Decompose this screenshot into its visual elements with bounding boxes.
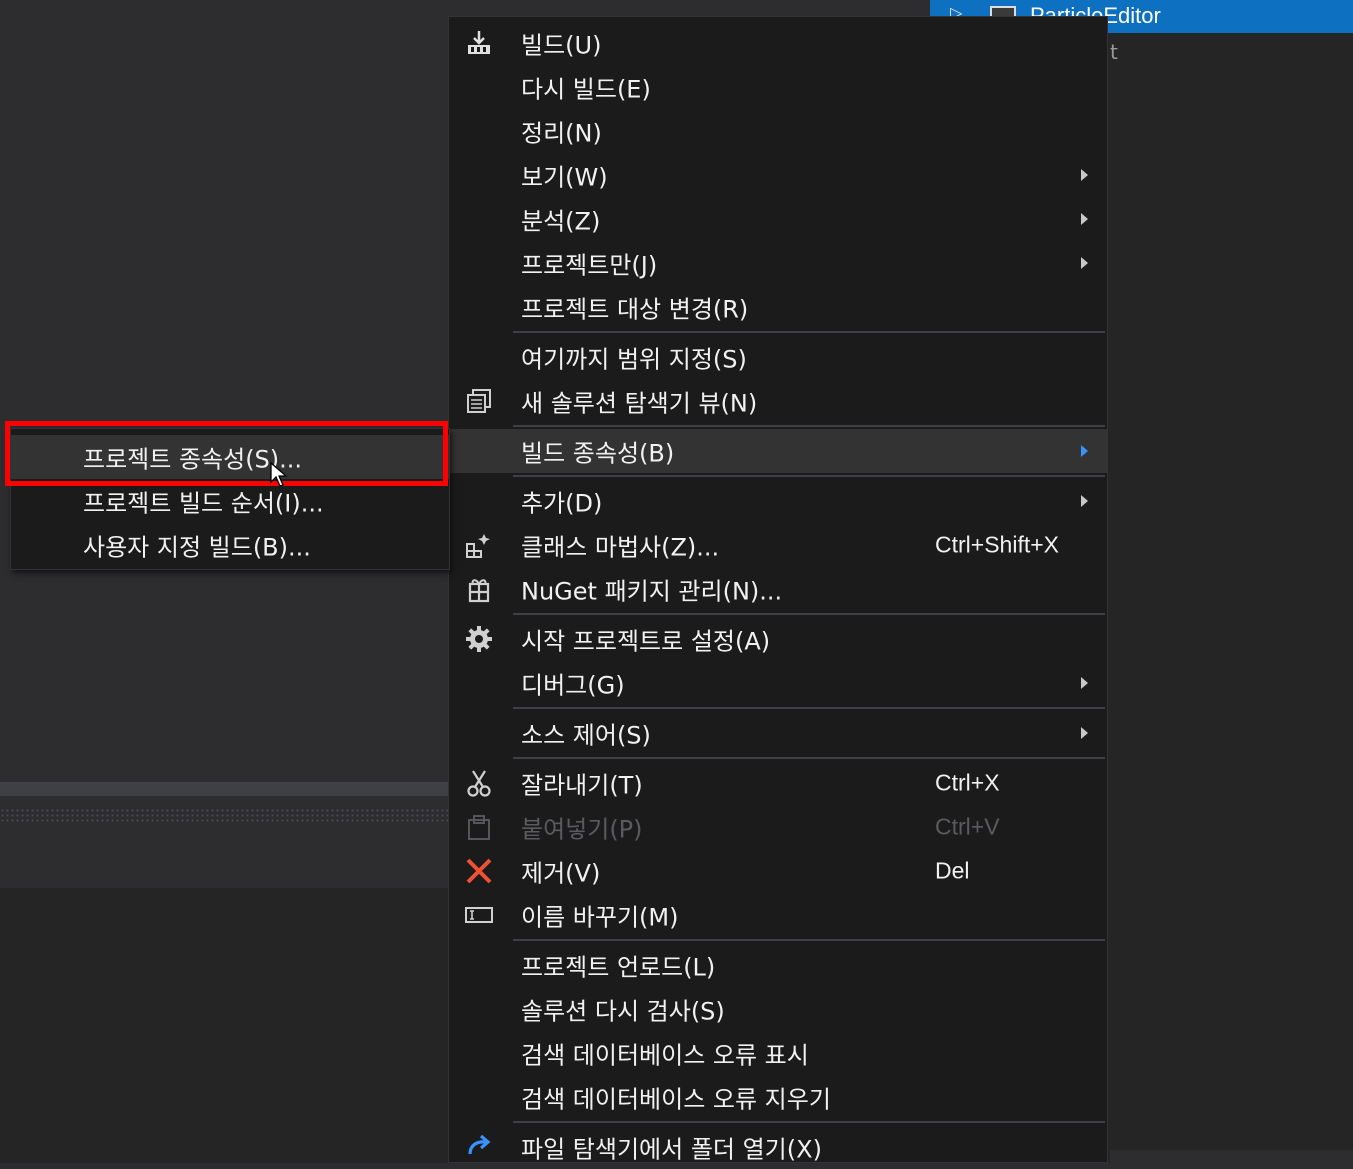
menu-separator [513,939,1105,941]
menu-item-debug[interactable]: 디버그(G) [449,661,1107,705]
submenu-arrow-icon [1081,445,1088,457]
menu-separator [513,1121,1105,1123]
menu-item-remove[interactable]: 제거(V) Del [449,849,1107,893]
panel-splitter-grip[interactable] [0,808,450,822]
menu-item-rename[interactable]: 이름 바꾸기(M) [449,893,1107,937]
project-context-menu: 빌드(U) 다시 빌드(E) 정리(N) 보기(W) 분석(Z) 프로젝트만(J… [448,16,1108,1164]
paste-icon [463,811,495,843]
nuget-icon [463,573,495,605]
submenu-arrow-icon [1081,169,1088,181]
tree-item-partial[interactable]: t [1110,40,1118,64]
menu-item-new-explorer-view[interactable]: 새 솔루션 탐색기 뷰(N) [449,379,1107,423]
menu-item-class-wizard[interactable]: 클래스 마법사(Z)... Ctrl+Shift+X [449,523,1107,567]
menu-item-show-db-errors[interactable]: 검색 데이터베이스 오류 표시 [449,1031,1107,1075]
menu-item-open-in-explorer[interactable]: 파일 탐색기에서 폴더 열기(X) [449,1125,1107,1169]
menu-item-view[interactable]: 보기(W) [449,153,1107,197]
menu-item-analyze[interactable]: 분석(Z) [449,197,1107,241]
submenu-arrow-icon [1081,213,1088,225]
menu-item-build-dependencies[interactable]: 빌드 종속성(B) [449,429,1107,473]
submenu-arrow-icon [1081,677,1088,689]
menu-item-nuget[interactable]: NuGet 패키지 관리(N)... [449,567,1107,611]
build-icon [463,27,495,59]
rename-icon [463,899,495,931]
menu-item-paste[interactable]: 붙여넣기(P) Ctrl+V [449,805,1107,849]
menu-separator [513,425,1105,427]
menu-item-clean[interactable]: 정리(N) [449,109,1107,153]
status-area [1110,1150,1353,1163]
remove-icon [463,855,495,887]
open-folder-icon [463,1131,495,1163]
menu-item-rescan-solution[interactable]: 솔루션 다시 검사(S) [449,987,1107,1031]
menu-item-cut[interactable]: 잘라내기(T) Ctrl+X [449,761,1107,805]
menu-item-scope-to-this[interactable]: 여기까지 범위 지정(S) [449,335,1107,379]
menu-item-build[interactable]: 빌드(U) [449,21,1107,65]
menu-item-clear-db-errors[interactable]: 검색 데이터베이스 오류 지우기 [449,1075,1107,1119]
mouse-cursor-icon [270,462,288,487]
class-wizard-icon [463,529,495,561]
annotation-highlight-box [5,421,448,486]
menu-separator [513,707,1105,709]
menu-item-source-control[interactable]: 소스 제어(S) [449,711,1107,755]
submenu-item-custom-build[interactable]: 사용자 지정 빌드(B)... [11,523,449,567]
solution-explorer-panel [1108,0,1353,1163]
menu-separator [513,331,1105,333]
menu-separator [513,757,1105,759]
menu-item-retarget[interactable]: 프로젝트 대상 변경(R) [449,285,1107,329]
new-view-icon [463,385,495,417]
panel-tab-strip [0,782,450,796]
submenu-arrow-icon [1081,495,1088,507]
menu-separator [513,475,1105,477]
scissors-icon [463,767,495,799]
menu-item-project-only[interactable]: 프로젝트만(J) [449,241,1107,285]
menu-item-add[interactable]: 추가(D) [449,479,1107,523]
menu-item-rebuild[interactable]: 다시 빌드(E) [449,65,1107,109]
menu-separator [513,613,1105,615]
submenu-arrow-icon [1081,727,1088,739]
submenu-arrow-icon [1081,257,1088,269]
menu-item-unload-project[interactable]: 프로젝트 언로드(L) [449,943,1107,987]
lower-panel [0,888,450,1163]
gear-icon [463,623,495,655]
menu-item-set-startup[interactable]: 시작 프로젝트로 설정(A) [449,617,1107,661]
